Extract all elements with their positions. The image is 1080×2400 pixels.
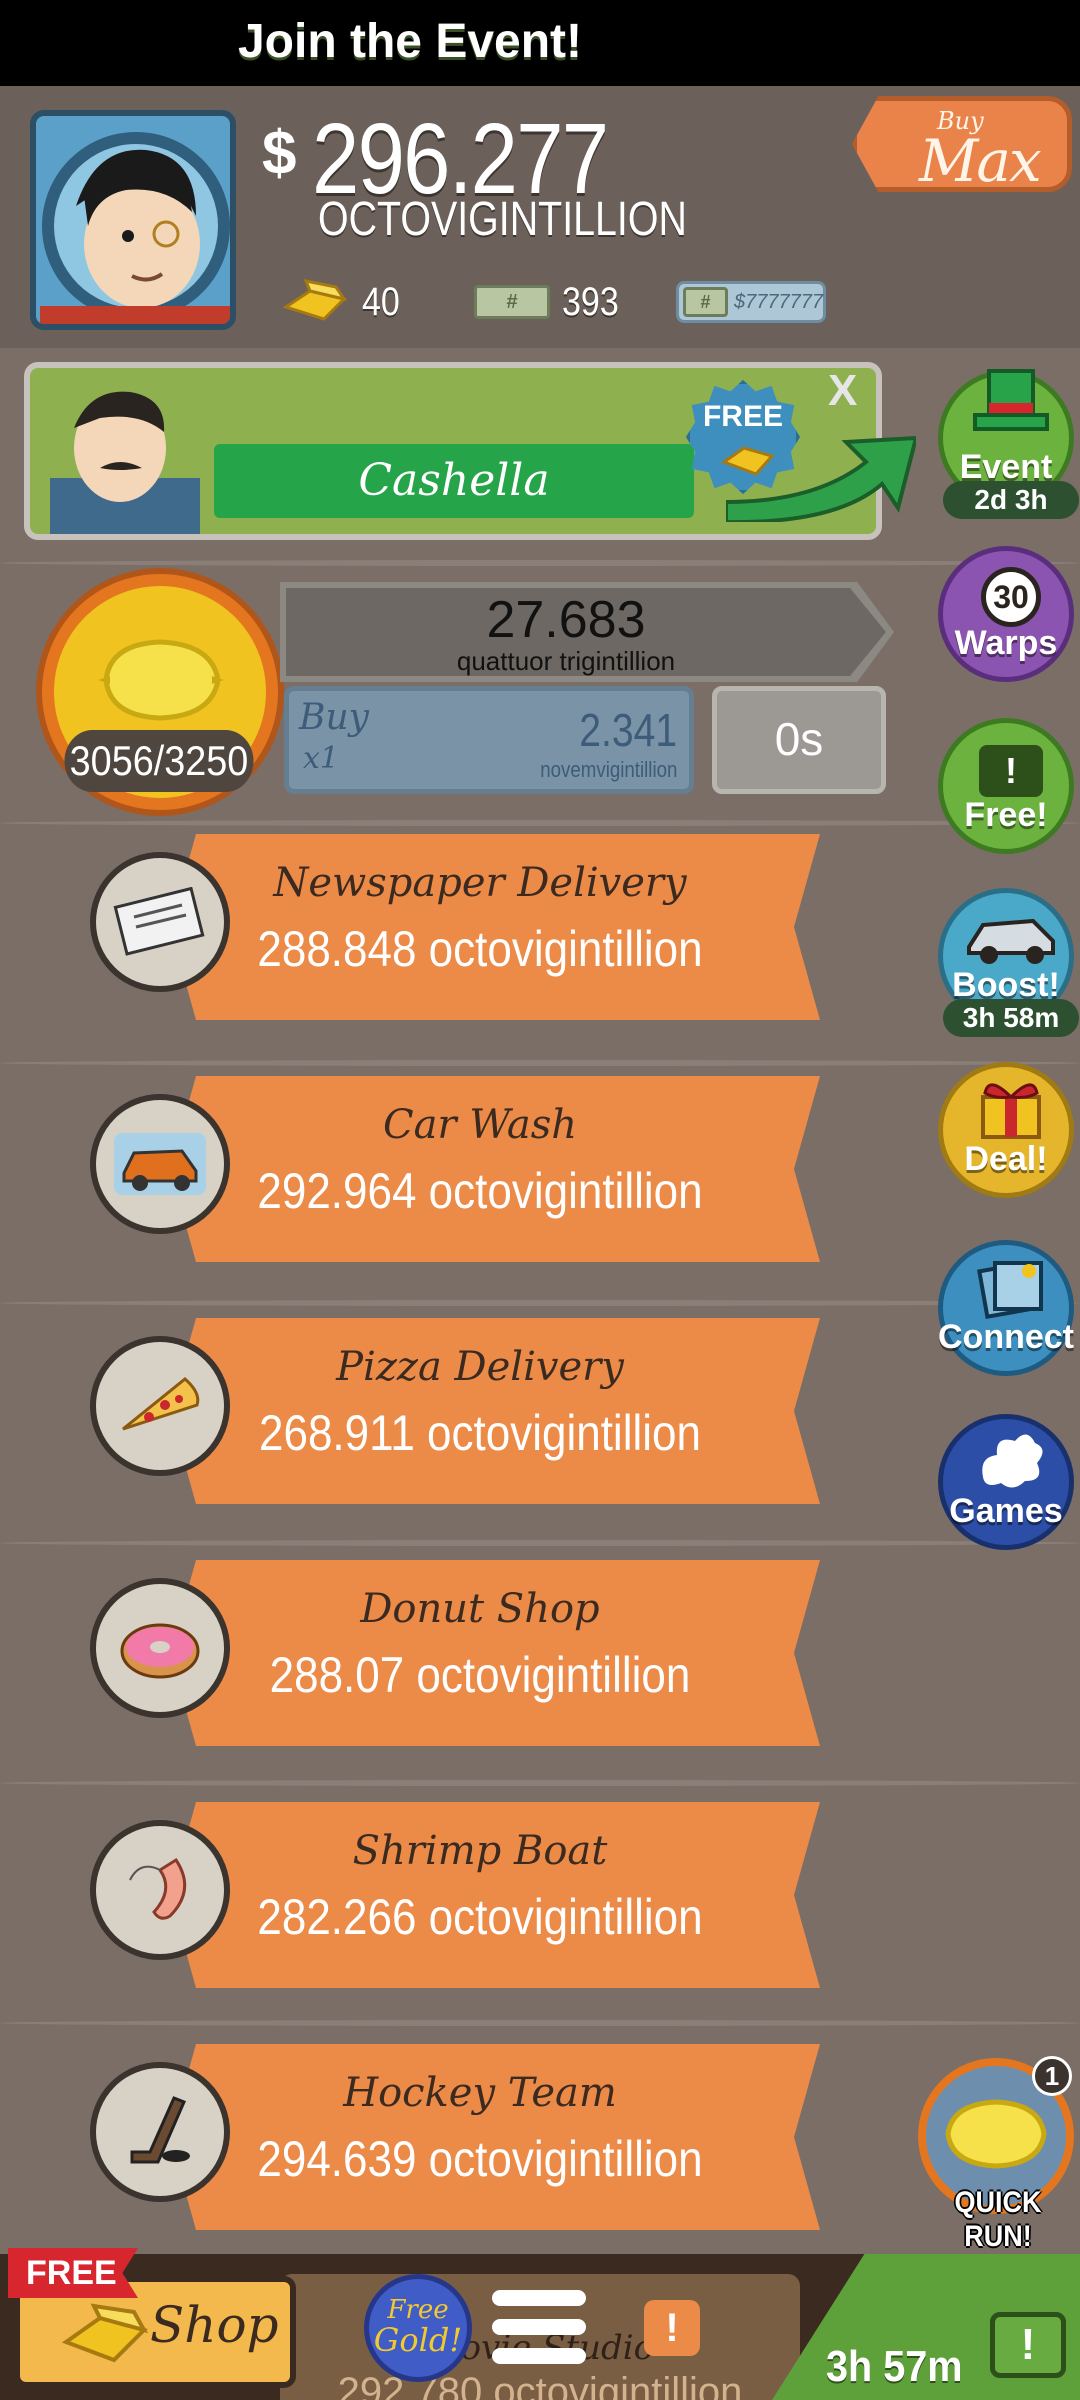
buy-max-button[interactable]: Buy Max [852, 96, 1072, 192]
buy-label: Buy [299, 697, 369, 738]
megabucks-counter[interactable]: # 393 [474, 272, 654, 332]
business-name: Donut Shop [360, 1586, 600, 1632]
top-hat-icon [973, 369, 1049, 431]
event-host-icon [50, 391, 200, 534]
megabucks-count: 393 [562, 279, 619, 324]
lemon-icon [945, 2099, 1047, 2169]
gold-counter[interactable]: 40 [280, 272, 430, 332]
shrimp-icon [90, 1820, 230, 1960]
boost-timer: 3h 58m [943, 999, 1079, 1037]
business-name: Shrimp Boat [352, 1828, 608, 1874]
connect-side-button[interactable]: Connect [938, 1240, 1074, 1376]
currency-symbol: $ [262, 119, 297, 188]
money-unit: OCTOVIGINTILLION [318, 193, 687, 246]
splash-icon [982, 1434, 1043, 1488]
buy-multiplier: x1 [303, 741, 340, 776]
alert-button[interactable]: ! [644, 2300, 700, 2356]
business-value: 294.639 octovigintillion [257, 2131, 703, 2187]
business-value: 288.07 octovigintillion [269, 1647, 691, 1703]
free-badge-label: FREE [702, 400, 783, 433]
business-row-car-wash[interactable]: Car Wash 292.964 octovigintillion [90, 1064, 832, 1274]
lemon-icon [98, 639, 224, 721]
donut-icon [90, 1578, 230, 1718]
event-side-button[interactable]: Event 2d 3h [938, 369, 1079, 519]
business-name: Car Wash [382, 1102, 578, 1148]
event-title: Join the Event! [237, 15, 583, 68]
event-timer: 2d 3h [943, 481, 1079, 519]
buy-cost-unit: novemvigintillion [539, 757, 677, 782]
free-side-button[interactable]: ! Free! [938, 718, 1074, 854]
earnings-panel: 27.683 quattuor trigintillion [286, 588, 886, 676]
business-value: 292.964 octovigintillion [257, 1163, 703, 1219]
newspaper-icon [90, 852, 230, 992]
business-row-pizza[interactable]: Pizza Delivery 268.911 octovigintillion [90, 1306, 832, 1516]
business-row-hockey[interactable]: Hockey Team 294.639 octovigintillion [90, 2032, 832, 2242]
business-value: 268.911 octovigintillion [259, 1405, 701, 1461]
pizza-icon [90, 1336, 230, 1476]
business-row-donut[interactable]: Donut Shop 288.07 octovigintillion [90, 1548, 832, 1758]
gift-icon [981, 1083, 1041, 1139]
games-side-button[interactable]: Games [938, 1414, 1074, 1550]
gold-bar-icon [282, 278, 348, 321]
business-row-shrimp[interactable]: Shrimp Boat 282.266 octovigintillion [90, 1790, 832, 2000]
deal-side-button[interactable]: Deal! [938, 1062, 1074, 1198]
business-name: Pizza Delivery [336, 1344, 624, 1390]
business-name: Hockey Team [343, 2070, 617, 2116]
close-icon[interactable]: X [828, 366, 857, 416]
free-ribbon-label: FREE [26, 2254, 117, 2292]
buy-cost: 2.341 [579, 704, 677, 756]
free-gold-line2: Gold! [373, 2321, 463, 2359]
business-value: 288.848 octovigintillion [257, 921, 703, 977]
tv-icon[interactable]: ! [990, 2312, 1066, 2378]
connect-side-label: Connect [938, 1318, 1074, 1356]
earnings-unit: quattuor trigintillion [456, 646, 676, 676]
megaticket-value: $7777777 [734, 290, 823, 313]
hockey-icon [90, 2062, 230, 2202]
business-name: Newspaper Delivery [273, 860, 687, 906]
warps-count: 30 [981, 567, 1041, 627]
buy-button[interactable]: Buy x1 2.341 novemvigintillion [284, 686, 694, 794]
connect-icon [977, 1261, 1043, 1319]
shop-label: Shop [150, 2296, 279, 2354]
car-icon [967, 918, 1055, 964]
tv-reward-timer: 3h 57m [826, 2342, 963, 2391]
free-ribbon: FREE [8, 2248, 138, 2298]
warps-side-button[interactable]: 30 Warps [938, 546, 1074, 682]
quick-run-label: QUICK RUN! [954, 2186, 1042, 2253]
tv-icon: ! [979, 745, 1043, 797]
business-row-newspaper[interactable]: Newspaper Delivery 288.848 octovigintill… [90, 822, 832, 1032]
deal-side-label: Deal! [964, 1140, 1048, 1178]
games-side-label: Games [949, 1492, 1063, 1530]
megaticket-counter[interactable]: # $7777777 [676, 272, 828, 332]
player-avatar[interactable] [30, 110, 236, 330]
production-timer[interactable]: 0s [712, 686, 886, 794]
earnings-value: 27.683 [486, 591, 646, 649]
gold-count: 40 [362, 279, 400, 324]
boost-side-button[interactable]: Boost! 3h 58m [938, 888, 1079, 1037]
megabucks-icon: # [474, 285, 550, 319]
event-name: Cashella [214, 444, 694, 518]
free-gold-button[interactable]: Free Gold! [364, 2274, 472, 2382]
gold-bar-icon [720, 446, 775, 476]
megaticket-badge: # $7777777 [676, 281, 826, 323]
free-side-label: Free! [964, 796, 1048, 834]
business-value: 282.266 octovigintillion [257, 1889, 703, 1945]
megaticket-icon: # [683, 287, 729, 317]
warps-side-label: Warps [954, 624, 1058, 662]
quick-run-badge: 1 [1032, 2056, 1072, 2096]
lemonade-count: 3056/3250 [64, 730, 254, 792]
car-icon [90, 1094, 230, 1234]
buy-max-label: Max [919, 127, 1042, 195]
gold-bar-icon [61, 2303, 149, 2363]
menu-icon[interactable] [492, 2290, 586, 2376]
